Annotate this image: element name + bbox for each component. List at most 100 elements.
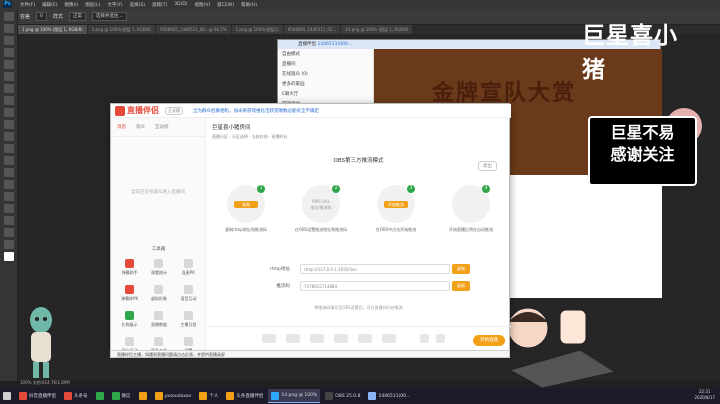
menu-3d[interactable]: 3D(D): [174, 2, 187, 7]
taskbar-item[interactable]: 1446511(00...: [365, 389, 413, 403]
beauty-icon[interactable]: [262, 334, 276, 343]
screen-share-icon[interactable]: [382, 334, 396, 343]
select-and-mask-button[interactable]: 选择并遮住...: [91, 12, 127, 21]
style-select[interactable]: 正常: [68, 12, 86, 21]
taskbar-clock[interactable]: 22:31 2020/8/17: [694, 389, 715, 401]
obs-left-row[interactable]: 在线观众 (0): [278, 69, 373, 79]
obs-left-row[interactable]: 直播间: [278, 59, 373, 69]
menu-filter[interactable]: 滤镜(T): [152, 2, 167, 8]
foreground-color-swatch[interactable]: [3, 252, 14, 261]
move-tool-icon[interactable]: [3, 12, 14, 21]
sticker-icon[interactable]: [286, 334, 300, 343]
document-tab[interactable]: 9566605_1446511_08...@ 66.7%: [156, 25, 231, 34]
menu-view[interactable]: 视图(V): [195, 2, 211, 8]
brush-tool-icon[interactable]: [3, 96, 14, 105]
copy-rtmp-button[interactable]: 复制: [452, 264, 470, 274]
toolbox-item-label: 弹幕助手: [121, 270, 138, 275]
menu-edit[interactable]: 编辑(E): [42, 2, 57, 8]
obs-left-row[interactable]: 更多的家园: [278, 79, 373, 89]
tab-ranking[interactable]: 互动榜: [155, 124, 169, 130]
dodge-tool-icon[interactable]: [3, 168, 14, 177]
toolbox-item[interactable]: 虚拟形象: [144, 285, 173, 302]
history-brush-tool-icon[interactable]: [3, 120, 14, 129]
toolbox-item[interactable]: 直播数据: [144, 311, 173, 328]
taskbar-item[interactable]: 个人: [196, 389, 221, 403]
version-badge[interactable]: 正式版: [165, 106, 183, 115]
taskbar-item[interactable]: 头条直播伴侣: [223, 389, 266, 403]
settings-gear-icon[interactable]: [420, 334, 429, 343]
photoshop-logo-icon[interactable]: Ps: [3, 1, 12, 8]
eraser-tool-icon[interactable]: [3, 132, 14, 141]
taskbar-item[interactable]: 头条号: [61, 389, 91, 403]
assistant-app-name: 直播伴侣: [127, 106, 159, 115]
menu-file[interactable]: 文件(F): [20, 2, 35, 8]
taskbar-item[interactable]: 抖音直播伴侣: [16, 389, 59, 403]
obs-left-row[interactable]: E聊大厅: [278, 89, 373, 99]
taskbar-item[interactable]: 14.png @ 100%: [268, 389, 321, 403]
mic-icon[interactable]: [310, 334, 324, 343]
document-tab[interactable]: 1.png @ 100% (图层 1, RGB/8): [18, 25, 87, 34]
taskbar-app-icon: [325, 392, 334, 400]
camera-icon[interactable]: [334, 334, 348, 343]
crop-tool-icon[interactable]: [3, 60, 14, 69]
menu-window[interactable]: 窗口(W): [217, 2, 234, 8]
step-text: 在OBS设置推流地址和推流码: [294, 227, 348, 232]
step-text: 在OBS中点击开始推流: [375, 227, 417, 232]
healing-brush-tool-icon[interactable]: [3, 84, 14, 93]
pen-tool-icon[interactable]: [3, 180, 14, 189]
taskbar-item[interactable]: [0, 389, 14, 403]
toolbox-item[interactable]: 弹幕助手: [115, 259, 144, 276]
document-tab[interactable]: 14.png @ 100% (图层 1, RGB/8): [341, 25, 413, 34]
taskbar-item[interactable]: [136, 389, 150, 403]
taskbar-item[interactable]: yxsoudoxav: [152, 389, 195, 403]
tab-messages[interactable]: 消息: [117, 124, 126, 130]
step-text: 开始直播后将在自动推流: [449, 227, 493, 232]
eyedropper-tool-icon[interactable]: [3, 72, 14, 81]
magic-wand-tool-icon[interactable]: [3, 48, 14, 57]
taskbar-item[interactable]: [93, 389, 107, 403]
document-tab[interactable]: 9566605_1446511_02...: [283, 25, 341, 34]
step-tag-button[interactable]: 复制: [234, 201, 258, 208]
step-tag-button[interactable]: 开始推流: [384, 201, 408, 208]
toolbox-item[interactable]: 礼物展示: [115, 311, 144, 328]
mascot-figure: [30, 307, 52, 378]
toolbox-item[interactable]: 弹幕库PK: [115, 285, 144, 302]
taskbar-app-icon: [271, 391, 280, 400]
marquee-tool-icon[interactable]: [3, 24, 14, 33]
shape-tool-icon[interactable]: [3, 216, 14, 225]
menu-type[interactable]: 文字(Y): [107, 2, 122, 8]
menu-layer[interactable]: 图层(L): [85, 2, 100, 8]
toolbox-item[interactable]: 语音互动: [174, 285, 203, 302]
hand-tool-icon[interactable]: [3, 228, 14, 237]
type-tool-icon[interactable]: [3, 192, 14, 201]
toolbox-item[interactable]: 连麦PK: [174, 259, 203, 276]
menu-help[interactable]: 帮助(H): [241, 2, 257, 8]
document-tab[interactable]: 2.png @ 100%(图层 1, RGB/8): [87, 25, 156, 34]
start-live-button[interactable]: 开始直播: [473, 335, 505, 346]
toolbox-item[interactable]: 主播日程: [174, 311, 203, 328]
exit-mode-button[interactable]: 退出: [478, 161, 497, 171]
toolbox-item-label: 礼物展示: [121, 322, 138, 327]
copy-key-button[interactable]: 复制: [452, 281, 470, 291]
taskbar-item[interactable]: OBS 25.0.8: [322, 389, 363, 403]
tab-audience[interactable]: 观众: [136, 124, 145, 130]
toolbox-item[interactable]: 观看统计: [144, 259, 173, 276]
zoom-tool-icon[interactable]: [3, 240, 14, 249]
obs-left-row[interactable]: 自由模式: [278, 49, 373, 59]
stamp-tool-icon[interactable]: [3, 108, 14, 117]
rtmp-input[interactable]: rtmp://127.0.0.1:1935/live: [300, 264, 450, 274]
music-icon[interactable]: [358, 334, 372, 343]
menu-image[interactable]: 图像(I): [64, 2, 78, 8]
menu-select[interactable]: 选择(S): [130, 2, 145, 8]
notice-link[interactable]: 全为群众招募相机，加米奇游戏维比活跃赏赐数必能有全不确定: [193, 108, 319, 114]
follow-thanks-box: 巨星不易 感谢关注: [588, 116, 697, 186]
gradient-tool-icon[interactable]: [3, 144, 14, 153]
blur-tool-icon[interactable]: [3, 156, 14, 165]
help-icon[interactable]: [436, 334, 445, 343]
taskbar-item[interactable]: 微信: [109, 389, 134, 403]
tolerance-input[interactable]: 0: [36, 12, 47, 21]
lasso-tool-icon[interactable]: [3, 36, 14, 45]
document-tab[interactable]: 1.png @ 100%(图层1): [231, 25, 283, 34]
stream-key-input[interactable]: 7478915714884: [300, 281, 450, 291]
path-select-tool-icon[interactable]: [3, 204, 14, 213]
